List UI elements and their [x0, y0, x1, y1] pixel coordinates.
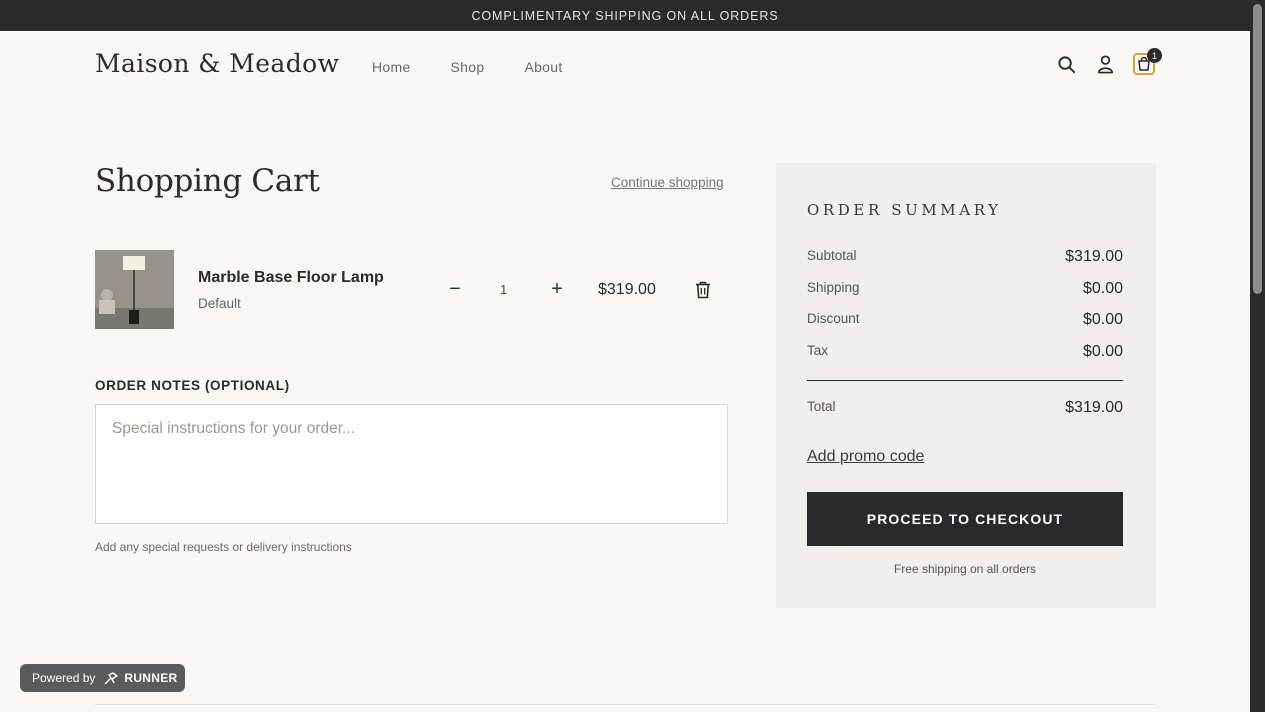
site-logo[interactable]: Maison & Meadow	[95, 49, 339, 78]
search-icon[interactable]	[1055, 53, 1077, 75]
footer-divider	[95, 704, 1155, 705]
summary-label: Discount	[807, 311, 860, 326]
summary-row-subtotal: Subtotal $319.00	[807, 248, 1123, 266]
header-icons: 1	[1055, 48, 1172, 75]
account-icon[interactable]	[1094, 53, 1116, 75]
summary-value: $319.00	[1065, 248, 1123, 265]
powered-by-badge[interactable]: Powered by RUNNER	[20, 664, 185, 692]
summary-row-discount: Discount $0.00	[807, 311, 1123, 329]
order-summary-title: ORDER SUMMARY	[807, 201, 1002, 219]
announcement-bar: COMPLIMENTARY SHIPPING ON ALL ORDERS	[0, 0, 1250, 31]
summary-divider	[807, 380, 1123, 381]
runner-logo-icon	[104, 671, 119, 685]
summary-label: Shipping	[807, 280, 860, 295]
cart-item: Marble Base Floor Lamp Default − 1 + $31…	[95, 250, 728, 329]
product-thumbnail[interactable]	[95, 250, 174, 329]
summary-label: Subtotal	[807, 248, 857, 263]
cart-count-badge: 1	[1147, 48, 1162, 63]
summary-value: $0.00	[1082, 343, 1123, 360]
scrollbar[interactable]	[1250, 0, 1265, 712]
summary-value: $0.00	[1082, 280, 1123, 297]
total-label: Total	[807, 399, 836, 414]
scrollbar-thumb[interactable]	[1253, 4, 1262, 294]
order-notes-textarea[interactable]	[95, 404, 728, 524]
summary-row-shipping: Shipping $0.00	[807, 280, 1123, 298]
order-notes-help: Add any special requests or delivery ins…	[95, 540, 352, 554]
nav-home[interactable]: Home	[372, 59, 411, 75]
proceed-to-checkout-button[interactable]: PROCEED TO CHECKOUT	[807, 492, 1123, 546]
nav-about[interactable]: About	[524, 59, 562, 75]
powered-by-brand: RUNNER	[124, 671, 178, 685]
order-summary: ORDER SUMMARY Subtotal $319.00 Shipping …	[776, 163, 1156, 608]
increase-quantity-button[interactable]: +	[546, 278, 568, 300]
summary-value: $0.00	[1082, 311, 1123, 328]
powered-by-text: Powered by	[32, 671, 96, 685]
trash-icon[interactable]	[695, 281, 711, 299]
order-notes-label: ORDER NOTES (OPTIONAL)	[95, 378, 290, 393]
decrease-quantity-button[interactable]: −	[444, 278, 466, 300]
cart-button[interactable]: 1	[1133, 48, 1162, 75]
main-nav: Home Shop About	[372, 59, 603, 75]
quantity-value: 1	[500, 282, 508, 297]
summary-row-tax: Tax $0.00	[807, 343, 1123, 361]
page-title: Shopping Cart	[95, 163, 320, 199]
item-name[interactable]: Marble Base Floor Lamp	[198, 269, 384, 287]
summary-row-total: Total $319.00	[807, 399, 1123, 417]
add-promo-code-link[interactable]: Add promo code	[807, 448, 924, 466]
continue-shopping-link[interactable]: Continue shopping	[611, 175, 724, 190]
item-price: $319.00	[598, 281, 656, 298]
free-shipping-note: Free shipping on all orders	[893, 562, 1037, 576]
nav-shop[interactable]: Shop	[451, 59, 485, 75]
site-header: Maison & Meadow Home Shop About 1	[0, 31, 1250, 103]
item-variant: Default	[198, 296, 241, 311]
summary-label: Tax	[807, 343, 829, 358]
announcement-text: COMPLIMENTARY SHIPPING ON ALL ORDERS	[471, 8, 779, 23]
total-value: $319.00	[1065, 399, 1123, 416]
